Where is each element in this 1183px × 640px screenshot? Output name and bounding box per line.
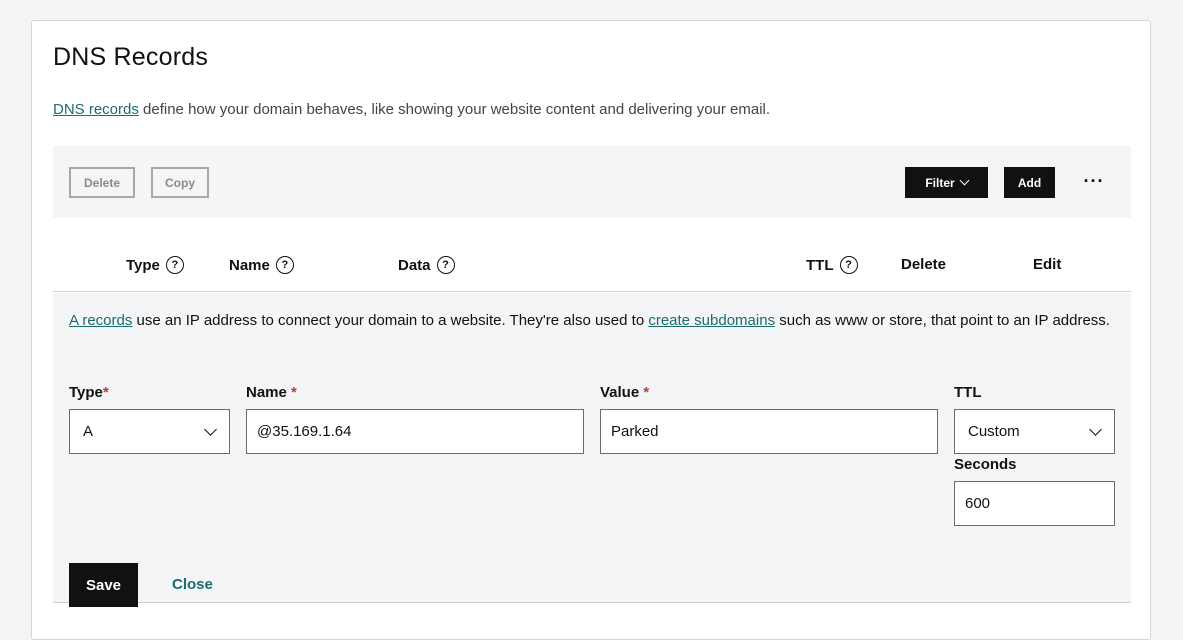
info-text-2: such as www or store, that point to an I… <box>775 312 1110 329</box>
column-ttl: TTL ? <box>806 256 858 274</box>
delete-button[interactable]: Delete <box>69 167 135 198</box>
type-select-value: A <box>83 423 94 440</box>
create-subdomains-link[interactable]: create subdomains <box>648 312 775 329</box>
name-input[interactable]: @35.169.1.64 <box>246 409 584 454</box>
required-mark: * <box>291 384 297 401</box>
column-edit: Edit <box>1033 256 1062 273</box>
type-field-label: Type* <box>69 384 109 401</box>
ttl-select-value: Custom <box>968 423 1020 440</box>
column-ttl-label: TTL <box>806 256 834 274</box>
help-icon[interactable]: ? <box>436 256 455 274</box>
save-button[interactable]: Save <box>69 563 138 607</box>
dns-records-card: DNS Records DNS records define how your … <box>31 20 1151 640</box>
name-field-label: Name * <box>246 384 297 401</box>
column-type: Type ? <box>126 256 184 274</box>
type-label-text: Type <box>69 384 103 401</box>
value-input[interactable]: Parked <box>600 409 938 454</box>
column-delete: Delete <box>901 256 947 273</box>
value-field-label: Value * <box>600 384 649 401</box>
name-label-text: Name <box>246 384 292 401</box>
help-icon[interactable]: ? <box>165 256 184 274</box>
record-edit-panel: A records use an IP address to connect y… <box>53 293 1131 607</box>
copy-button[interactable]: Copy <box>151 167 209 198</box>
filter-button[interactable]: Filter <box>905 167 988 198</box>
required-mark: * <box>102 384 109 401</box>
intro-text: DNS records define how your domain behav… <box>53 101 770 118</box>
page-title: DNS Records <box>53 43 209 71</box>
add-button[interactable]: Add <box>1004 167 1055 198</box>
close-button[interactable]: Close <box>172 576 213 593</box>
seconds-field-label: Seconds <box>954 456 1017 473</box>
chevron-down-icon <box>1089 422 1102 436</box>
type-select[interactable]: A <box>69 409 230 454</box>
ttl-select[interactable]: Custom <box>954 409 1115 454</box>
seconds-input[interactable]: 600 <box>954 481 1115 526</box>
filter-label: Filter <box>925 175 955 190</box>
required-mark: * <box>643 384 650 401</box>
help-icon[interactable]: ? <box>275 256 294 274</box>
column-name-label: Name <box>229 256 270 274</box>
ttl-field-label: TTL <box>954 384 982 401</box>
value-label-text: Value <box>600 384 644 401</box>
a-records-link[interactable]: A records <box>69 312 132 329</box>
table-header: Type ? Name ? Data ? TTL ? Delete Edit <box>53 239 1131 292</box>
chevron-down-icon <box>959 175 970 186</box>
intro-body: define how your domain behaves, like sho… <box>138 101 771 118</box>
records-toolbar: Delete Copy Filter Add ··· <box>53 146 1131 218</box>
column-name: Name ? <box>229 256 294 274</box>
column-type-label: Type <box>126 256 160 274</box>
more-options-icon[interactable]: ··· <box>1083 170 1105 192</box>
column-data-label: Data <box>398 256 431 274</box>
a-records-info: A records use an IP address to connect y… <box>69 309 1119 333</box>
dns-records-link[interactable]: DNS records <box>53 101 139 118</box>
info-text-1: use an IP address to connect your domain… <box>132 312 649 329</box>
column-data: Data ? <box>398 256 455 274</box>
chevron-down-icon <box>204 422 217 436</box>
help-icon[interactable]: ? <box>839 256 858 274</box>
